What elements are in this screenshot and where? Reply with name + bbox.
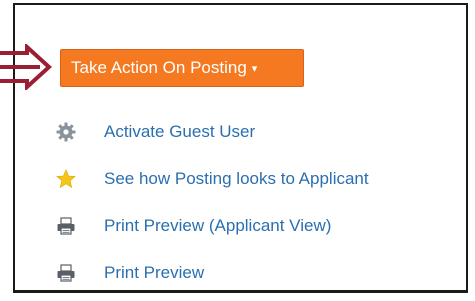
action-menu: Activate Guest User See how Posting look… xyxy=(55,108,369,296)
caret-down-icon: ▾ xyxy=(251,63,258,75)
menu-label-see-posting: See how Posting looks to Applicant xyxy=(104,168,369,188)
star-icon xyxy=(55,168,77,190)
pointer-arrow-icon xyxy=(0,42,52,92)
menu-item-print-preview[interactable]: Print Preview xyxy=(55,249,369,296)
take-action-button[interactable]: Take Action On Posting ▾ xyxy=(60,49,304,87)
take-action-label: Take Action On Posting xyxy=(71,58,247,77)
printer-icon xyxy=(55,215,77,237)
menu-label-activate-guest-user: Activate Guest User xyxy=(104,121,256,141)
gear-icon xyxy=(55,121,77,143)
menu-label-print-preview-applicant: Print Preview (Applicant View) xyxy=(104,215,332,235)
menu-item-print-preview-applicant[interactable]: Print Preview (Applicant View) xyxy=(55,202,369,249)
actions-panel: Take Action On Posting ▾ Activate Guest … xyxy=(13,3,468,293)
menu-label-print-preview: Print Preview xyxy=(104,262,205,282)
menu-item-activate-guest-user[interactable]: Activate Guest User xyxy=(55,108,369,155)
printer-icon xyxy=(55,262,77,284)
screenshot-stage: Take Action On Posting ▾ Activate Guest … xyxy=(0,0,475,301)
menu-item-see-posting[interactable]: See how Posting looks to Applicant xyxy=(55,155,369,202)
